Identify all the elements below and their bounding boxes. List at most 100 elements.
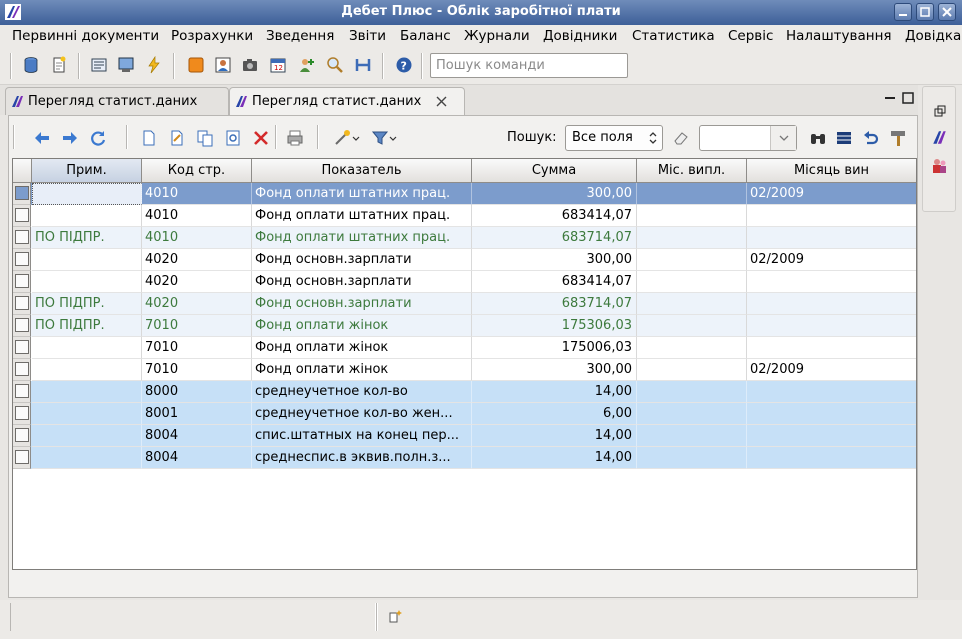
table-row[interactable]: 8004 спис.штатных на конец пер... 14,00 (13, 425, 916, 447)
cell-code[interactable]: 8000 (142, 381, 252, 403)
cell-code[interactable]: 8004 (142, 425, 252, 447)
print-icon[interactable] (286, 129, 304, 147)
close-tab-icon[interactable] (436, 96, 447, 107)
cell-note[interactable]: ПО ПІДПР. (32, 315, 142, 337)
camera-icon[interactable] (241, 56, 259, 74)
cell-month[interactable] (747, 293, 916, 315)
cell-code[interactable]: 4020 (142, 271, 252, 293)
menu-balance[interactable]: Баланс (400, 28, 451, 44)
cell-month[interactable] (747, 403, 916, 425)
cell-month[interactable] (747, 337, 916, 359)
row-checkbox-cell[interactable] (13, 381, 31, 403)
row-checkbox-cell[interactable] (13, 293, 31, 315)
row-checkbox[interactable] (15, 230, 29, 244)
cell-sum[interactable]: 683414,07 (472, 271, 637, 293)
cell-note[interactable] (32, 381, 142, 403)
delete-record-icon[interactable] (252, 129, 270, 147)
cell-sum[interactable]: 683714,07 (472, 293, 637, 315)
table-row[interactable]: 4010 Фонд оплати штатних прац. 683414,07 (13, 205, 916, 227)
row-checkbox-cell[interactable] (13, 183, 31, 205)
search-text-combo[interactable] (699, 125, 797, 151)
cell-name[interactable]: спис.штатных на конец пер... (252, 425, 472, 447)
sort-dropdown-icon[interactable] (334, 129, 360, 147)
row-checkbox-cell[interactable] (13, 359, 31, 381)
menu-directories[interactable]: Довідники (543, 28, 617, 44)
command-search-input[interactable]: Пошук команди (430, 53, 628, 78)
table-row[interactable]: 8000 среднеучетное кол-во 14,00 (13, 381, 916, 403)
report-icon[interactable] (90, 56, 108, 74)
menu-primary-docs[interactable]: Первинні документи (12, 28, 159, 44)
column-header-sum[interactable]: Сумма (472, 159, 637, 183)
cell-code[interactable]: 4020 (142, 293, 252, 315)
cell-note[interactable] (32, 447, 142, 469)
cell-note[interactable] (32, 403, 142, 425)
tab-stat-view-1[interactable]: Перегляд статист.даних (5, 87, 229, 115)
copy-record-icon[interactable] (196, 129, 214, 147)
close-window-button[interactable] (938, 3, 956, 21)
fast-view-icon[interactable] (389, 609, 403, 623)
cell-name[interactable]: Фонд основн.зарплати (252, 271, 472, 293)
cell-code[interactable]: 4010 (142, 205, 252, 227)
cell-name[interactable]: среднеучетное кол-во жен... (252, 403, 472, 425)
cell-month[interactable] (747, 205, 916, 227)
cell-sum[interactable]: 14,00 (472, 425, 637, 447)
combo-dropdown-button[interactable] (770, 126, 796, 150)
menu-calculations[interactable]: Розрахунки (171, 28, 253, 44)
tools-icon[interactable] (354, 56, 372, 74)
stat-data-grid[interactable]: Прим. Код стр. Показатель Сумма Міс. вип… (12, 158, 917, 570)
cell-pay-month[interactable] (637, 271, 747, 293)
cell-sum[interactable]: 300,00 (472, 359, 637, 381)
row-checkbox[interactable] (15, 384, 29, 398)
table-row[interactable]: 4010 Фонд оплати штатних прац. 300,00 02/20… (13, 183, 916, 205)
cell-month[interactable]: 02/2009 (747, 249, 916, 271)
cell-pay-month[interactable] (637, 293, 747, 315)
eraser-icon[interactable] (672, 129, 690, 147)
cell-pay-month[interactable] (637, 227, 747, 249)
row-checkbox[interactable] (15, 362, 29, 376)
cell-pay-month[interactable] (637, 381, 747, 403)
cell-note[interactable] (32, 359, 142, 381)
row-checkbox[interactable] (15, 274, 29, 288)
print-preview-icon[interactable] (117, 56, 135, 74)
binoculars-icon[interactable] (809, 129, 827, 147)
undo-icon[interactable] (862, 129, 880, 147)
cell-month[interactable] (747, 447, 916, 469)
minimize-button[interactable] (894, 3, 912, 21)
cell-note[interactable] (32, 249, 142, 271)
cell-month[interactable]: 02/2009 (747, 183, 916, 205)
table-settings-icon[interactable] (835, 129, 853, 147)
tab-stat-view-2[interactable]: Перегляд статист.даних (229, 87, 465, 115)
minimize-view-icon[interactable] (884, 92, 896, 104)
cell-pay-month[interactable] (637, 205, 747, 227)
row-checkbox-cell[interactable] (13, 447, 31, 469)
table-row[interactable]: 7010 Фонд оплати жінок 175006,03 (13, 337, 916, 359)
cell-sum[interactable]: 683714,07 (472, 227, 637, 249)
menu-help[interactable]: Довідка (905, 28, 961, 44)
refresh-icon[interactable] (89, 129, 107, 147)
table-row[interactable]: 8004 среднеспис.в эквив.полн.з... 14,00 (13, 447, 916, 469)
cell-code[interactable]: 7010 (142, 359, 252, 381)
cell-note[interactable]: ПО ПІДПР. (32, 293, 142, 315)
cell-code[interactable]: 4010 (142, 227, 252, 249)
cell-code[interactable]: 7010 (142, 337, 252, 359)
add-user-icon[interactable] (298, 56, 316, 74)
row-checkbox-cell[interactable] (13, 337, 31, 359)
app-logo-icon[interactable] (931, 129, 948, 146)
row-checkbox-cell[interactable] (13, 403, 31, 425)
maximize-button[interactable] (916, 3, 934, 21)
menu-summaries[interactable]: Зведення (266, 28, 334, 44)
magnifier-icon[interactable] (326, 56, 344, 74)
row-checkbox[interactable] (15, 340, 29, 354)
row-checkbox[interactable] (15, 186, 29, 200)
calendar-icon[interactable]: 12 (269, 56, 287, 74)
row-checkbox-cell[interactable] (13, 227, 31, 249)
cell-pay-month[interactable] (637, 359, 747, 381)
row-checkbox[interactable] (15, 296, 29, 310)
cell-name[interactable]: Фонд оплати штатних прац. (252, 183, 472, 205)
row-checkbox-cell[interactable] (13, 249, 31, 271)
cell-name[interactable]: Фонд основн.зарплати (252, 249, 472, 271)
filter-dropdown-icon[interactable] (371, 129, 397, 147)
cell-note[interactable] (32, 425, 142, 447)
cell-month[interactable] (747, 315, 916, 337)
help-icon[interactable]: ? (395, 56, 413, 74)
